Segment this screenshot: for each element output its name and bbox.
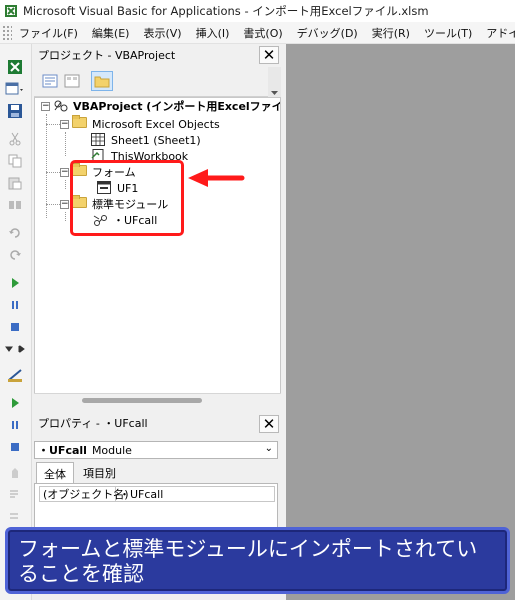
debug-pause-icon[interactable]: [5, 416, 25, 434]
project-toolbar: [34, 67, 281, 97]
collapse-icon[interactable]: −: [60, 119, 69, 129]
vba-app-icon: [4, 4, 18, 18]
folder-open-icon: [72, 115, 88, 131]
view-code-button[interactable]: [40, 72, 60, 90]
properties-grid: (オブジェクト名) ・UFcall: [34, 483, 278, 528]
tree-guide-line: [65, 180, 66, 189]
project-tree: − VBAProject (インポート用Excelファイル.xlsm) − Mi…: [34, 97, 281, 407]
project-panel-title: プロジェクト - VBAProject: [38, 49, 176, 62]
properties-tabs: 全体 項目別: [34, 462, 278, 484]
property-row[interactable]: (オブジェクト名) ・UFcall: [39, 486, 275, 502]
excel-view-button[interactable]: [5, 58, 25, 76]
project-vertical-scrollbar[interactable]: [268, 67, 281, 97]
tree-node-project[interactable]: − VBAProject (インポート用Excelファイル.xlsm): [41, 98, 280, 114]
tree-guide-line: [65, 212, 66, 221]
caption-text: フォームと標準モジュールにインポートされていることを確認: [18, 537, 478, 586]
tab-alphabetic[interactable]: 全体: [36, 462, 74, 484]
step-over-icon[interactable]: [5, 508, 25, 526]
standard-toolbar: [0, 44, 32, 600]
menu-run[interactable]: 実行(R): [365, 25, 417, 41]
step-into-icon[interactable]: [5, 486, 25, 504]
redo-icon[interactable]: [5, 246, 25, 264]
menu-debug[interactable]: デバッグ(D): [290, 25, 365, 41]
tree-guide-line: [46, 172, 60, 173]
tab-alphabetic-label: 全体: [44, 467, 66, 481]
properties-panel-title: プロパティ - ・UFcall: [38, 417, 148, 430]
menu-format[interactable]: 書式(O): [236, 25, 289, 41]
menu-file[interactable]: ファイル(F): [12, 25, 85, 41]
sheet1-label: Sheet1 (Sheet1): [111, 133, 201, 147]
red-arrow-icon: [186, 168, 246, 188]
tree-guide-line: [46, 114, 47, 218]
tree-guide-line: [46, 124, 60, 125]
menu-grip-icon[interactable]: [2, 24, 12, 41]
toolbar-overflow-icon[interactable]: [5, 340, 25, 358]
run-icon[interactable]: [5, 274, 25, 292]
menu-view[interactable]: 表示(V): [136, 25, 188, 41]
menu-tools[interactable]: ツール(T): [417, 25, 479, 41]
find-icon[interactable]: [5, 196, 25, 214]
reset-icon[interactable]: [5, 318, 25, 336]
tree-node-sheet1[interactable]: Sheet1 (Sheet1): [91, 132, 201, 148]
selected-object-name: ・UFcall: [38, 444, 87, 457]
title-bar: Microsoft Visual Basic for Applications …: [0, 0, 515, 22]
worksheet-icon: [91, 133, 107, 147]
menu-addins[interactable]: アドイン(A): [479, 25, 515, 41]
toggle-folders-button[interactable]: [91, 71, 113, 91]
property-name: (オブジェクト名): [40, 487, 129, 501]
tab-categorized-label: 項目別: [83, 466, 116, 480]
project-panel-close-button[interactable]: ✕: [259, 46, 279, 64]
menu-insert[interactable]: 挿入(I): [189, 25, 237, 41]
design-mode-icon[interactable]: [5, 366, 25, 384]
project-name: VBAProject (インポート用Excelファイル.xlsm): [73, 100, 280, 113]
tree-guide-line: [65, 132, 66, 156]
collapse-icon[interactable]: −: [60, 167, 69, 177]
view-object-button[interactable]: [62, 72, 82, 90]
undo-icon[interactable]: [5, 224, 25, 242]
insert-userform-button[interactable]: [5, 80, 25, 98]
selected-object-type: Module: [91, 443, 132, 457]
tree-guide-line: [46, 204, 60, 205]
collapse-icon[interactable]: −: [41, 101, 50, 111]
vba-project-icon: [53, 99, 69, 113]
tree-node-excel-objects[interactable]: − Microsoft Excel Objects: [60, 115, 220, 132]
copy-icon[interactable]: [5, 152, 25, 170]
properties-panel-close-button[interactable]: ✕: [259, 415, 279, 433]
collapse-icon[interactable]: −: [60, 199, 69, 209]
project-horizontal-scrollbar[interactable]: [34, 393, 281, 407]
forms-modules-highlight-box: [70, 160, 184, 236]
pause-icon[interactable]: [5, 296, 25, 314]
debug-run-icon[interactable]: [5, 394, 25, 412]
window-title: Microsoft Visual Basic for Applications …: [23, 4, 429, 18]
debug-reset-icon[interactable]: [5, 438, 25, 456]
menu-edit[interactable]: 編集(E): [85, 25, 137, 41]
menu-bar: ファイル(F) 編集(E) 表示(V) 挿入(I) 書式(O) デバッグ(D) …: [0, 22, 515, 44]
code-workspace: [286, 44, 515, 600]
excel-objects-label: Microsoft Excel Objects: [92, 117, 220, 131]
properties-panel-header: プロパティ - ・UFcall: [34, 412, 281, 434]
paste-icon[interactable]: [5, 174, 25, 192]
property-value[interactable]: ・UFcall: [116, 487, 163, 501]
save-icon[interactable]: [5, 102, 25, 120]
chevron-down-icon[interactable]: ⌄: [265, 443, 273, 454]
scrollbar-thumb[interactable]: [82, 398, 202, 403]
toggle-breakpoint-icon[interactable]: [5, 464, 25, 482]
cut-icon[interactable]: [5, 130, 25, 148]
annotation-caption: フォームと標準モジュールにインポートされていることを確認: [5, 527, 510, 594]
tab-categorized[interactable]: 項目別: [76, 462, 123, 483]
object-selector[interactable]: ・UFcall Module ⌄: [34, 441, 278, 459]
project-panel-header: プロジェクト - VBAProject: [34, 44, 281, 66]
